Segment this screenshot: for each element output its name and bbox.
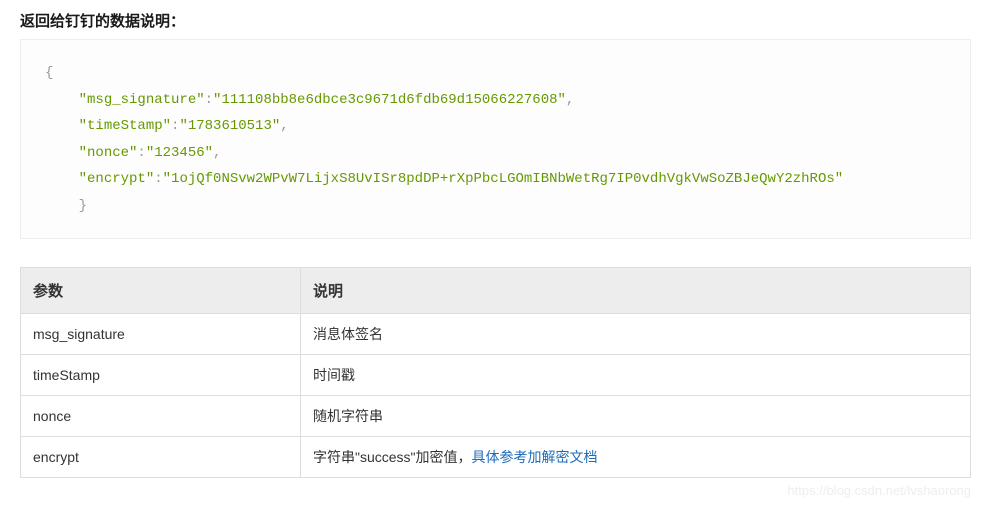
json-value: "1ojQf0NSvw2WPvW7LijxS8UvISr8pdDP+rXpPbc… <box>163 171 844 187</box>
cell-desc: 随机字符串 <box>301 395 971 436</box>
cell-desc: 消息体签名 <box>301 313 971 354</box>
json-key: "nonce" <box>79 145 138 161</box>
json-comma: , <box>213 145 221 161</box>
json-value: "1783610513" <box>179 118 280 134</box>
cell-param: timeStamp <box>21 354 301 395</box>
cell-param: encrypt <box>21 436 301 477</box>
cell-desc: 字符串"success"加密值，具体参考加解密文档 <box>301 436 971 477</box>
doc-link[interactable]: 具体参考加解密文档 <box>472 449 598 465</box>
json-colon: : <box>137 145 145 161</box>
param-table: 参数 说明 msg_signature 消息体签名 timeStamp 时间戳 … <box>20 267 971 478</box>
json-key: "msg_signature" <box>79 92 205 108</box>
table-row: nonce 随机字符串 <box>21 395 971 436</box>
cell-desc: 时间戳 <box>301 354 971 395</box>
json-colon: : <box>154 171 162 187</box>
table-header-desc: 说明 <box>301 267 971 313</box>
cell-param: msg_signature <box>21 313 301 354</box>
json-value: "123456" <box>146 145 213 161</box>
table-row: encrypt 字符串"success"加密值，具体参考加解密文档 <box>21 436 971 477</box>
code-content: { "msg_signature":"111108bb8e6dbce3c9671… <box>45 60 946 220</box>
table-header-row: 参数 说明 <box>21 267 971 313</box>
cell-param: nonce <box>21 395 301 436</box>
table-header-param: 参数 <box>21 267 301 313</box>
json-value: "111108bb8e6dbce3c9671d6fdb69d1506622760… <box>213 92 566 108</box>
code-scroll-region[interactable]: { "msg_signature":"111108bb8e6dbce3c9671… <box>45 60 946 232</box>
table-row: msg_signature 消息体签名 <box>21 313 971 354</box>
json-comma: , <box>566 92 574 108</box>
brace-close: } <box>79 198 87 214</box>
code-block: { "msg_signature":"111108bb8e6dbce3c9671… <box>20 39 971 239</box>
json-key: "timeStamp" <box>79 118 171 134</box>
brace-open: { <box>45 65 53 81</box>
json-colon: : <box>205 92 213 108</box>
cell-desc-prefix: 字符串"success"加密值， <box>313 449 472 465</box>
json-key: "encrypt" <box>79 171 155 187</box>
watermark: https://blog.csdn.net/lvshaorong <box>787 483 971 498</box>
json-comma: , <box>280 118 288 134</box>
table-row: timeStamp 时间戳 <box>21 354 971 395</box>
section-title: 返回给钉钉的数据说明： <box>20 10 971 31</box>
